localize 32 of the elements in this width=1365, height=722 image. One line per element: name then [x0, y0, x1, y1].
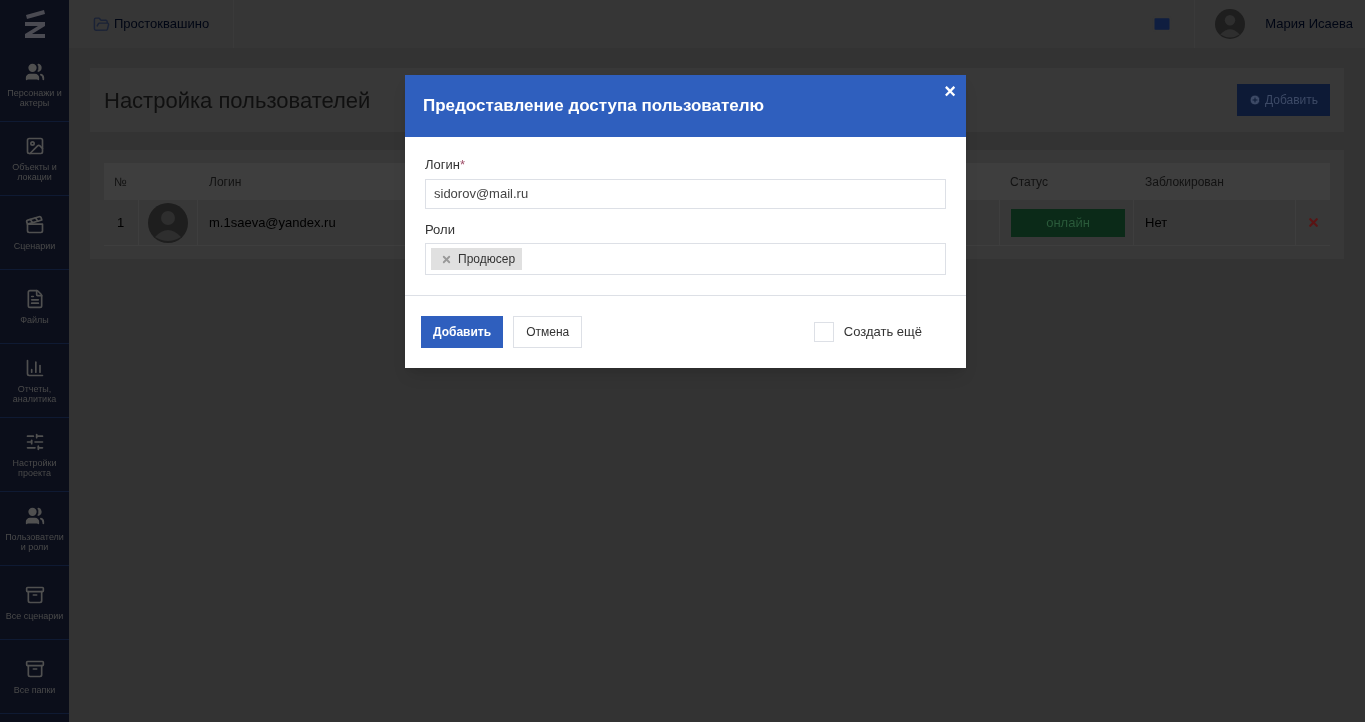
bar-chart-icon	[24, 357, 45, 378]
folder-icon	[93, 15, 110, 33]
sliders-icon	[24, 431, 45, 452]
people-icon	[24, 61, 45, 82]
dialog-title: Предоставление доступа пользователю	[423, 95, 765, 118]
field-label: Логин*	[425, 156, 466, 174]
people-icon	[24, 505, 45, 526]
table-cell: Нет	[1134, 200, 1296, 245]
submit-button[interactable]: Добавить	[421, 316, 504, 348]
user-avatar	[1215, 9, 1246, 39]
clapperboard-icon	[24, 214, 45, 235]
column-header: №	[113, 173, 128, 191]
checkbox-label: Создать ещё	[843, 323, 922, 342]
image-icon	[24, 135, 45, 156]
cancel-button[interactable]: Отмена	[513, 316, 583, 348]
roles-field[interactable]: Продюсер	[425, 243, 946, 275]
table-cell-text: m.1saeva@yandex.ru	[208, 213, 337, 232]
delete-icon[interactable]	[1306, 216, 1320, 229]
close-button[interactable]: ×	[944, 81, 956, 101]
role-tag[interactable]: Продюсер	[431, 248, 523, 270]
remove-icon[interactable]	[441, 253, 452, 265]
archive-box-icon	[24, 584, 45, 605]
logo-icon	[23, 9, 46, 39]
login-field[interactable]: sidorov@mail.ru	[425, 178, 946, 209]
field-label: Роли	[425, 220, 456, 239]
table-cell-text: 1	[116, 213, 126, 232]
user-avatar	[148, 202, 188, 243]
sidebar-item[interactable]: Сценарии	[0, 196, 69, 270]
create-more-checkbox[interactable]	[813, 322, 834, 342]
sidebar-item[interactable]: Пользователи и роли	[0, 492, 69, 566]
archive-box-icon	[24, 658, 45, 679]
plus-icon	[1248, 94, 1261, 106]
